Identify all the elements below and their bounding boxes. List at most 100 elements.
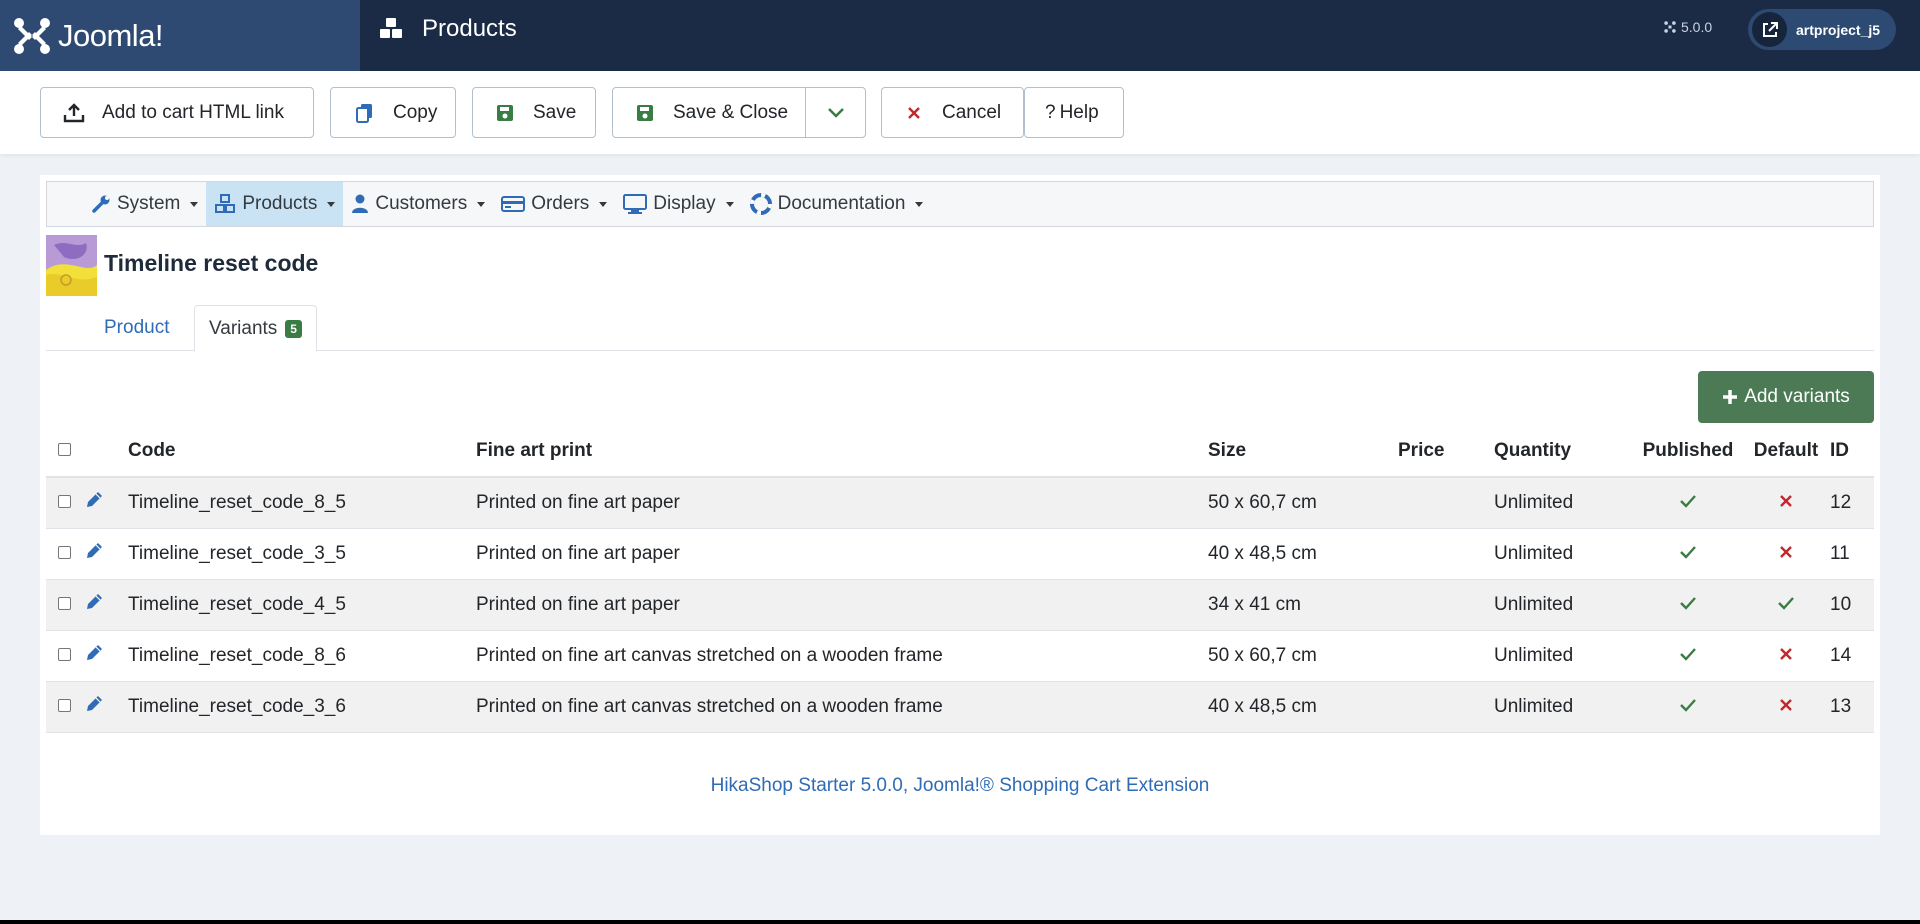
site-link-button[interactable]: artproject_j5 bbox=[1748, 9, 1896, 50]
variant-id: 13 bbox=[1826, 681, 1874, 733]
published-toggle[interactable] bbox=[1679, 492, 1697, 513]
row-checkbox[interactable] bbox=[58, 494, 71, 508]
chevron-down-icon bbox=[827, 107, 844, 118]
published-toggle[interactable] bbox=[1679, 594, 1697, 615]
menu-display[interactable]: Display bbox=[615, 182, 741, 226]
default-toggle[interactable] bbox=[1779, 492, 1793, 513]
save-button[interactable]: Save bbox=[472, 87, 596, 138]
add-variants-button[interactable]: Add variants bbox=[1698, 371, 1874, 423]
variant-fine-art-print: Printed on fine art canvas stretched on … bbox=[476, 681, 1208, 733]
cubes-icon bbox=[380, 18, 402, 38]
tab-product[interactable]: Product bbox=[90, 305, 183, 351]
variants-count-badge: 5 bbox=[285, 319, 302, 338]
default-toggle[interactable] bbox=[1779, 696, 1793, 717]
toolbar: Add to cart HTML link Copy Save Save & C… bbox=[0, 71, 1920, 154]
variant-code: Timeline_reset_code_4_5 bbox=[128, 579, 476, 631]
column-header-price[interactable]: Price bbox=[1398, 426, 1494, 478]
edit-button[interactable] bbox=[84, 491, 104, 515]
edit-button[interactable] bbox=[84, 695, 104, 719]
variant-quantity: Unlimited bbox=[1494, 579, 1630, 631]
menu-products-label: Products bbox=[242, 193, 318, 214]
published-toggle[interactable] bbox=[1679, 543, 1697, 564]
variant-code: Timeline_reset_code_3_6 bbox=[128, 681, 476, 733]
cross-icon bbox=[1780, 647, 1792, 660]
default-toggle[interactable] bbox=[1777, 594, 1795, 615]
joomla-logo-icon bbox=[14, 17, 50, 54]
save-label: Save bbox=[533, 101, 577, 123]
save-icon bbox=[633, 101, 657, 125]
cubes-icon bbox=[215, 194, 236, 213]
close-icon bbox=[902, 101, 926, 125]
menu-display-label: Display bbox=[653, 193, 716, 214]
help-button[interactable]: ? Help bbox=[1024, 87, 1124, 138]
default-toggle[interactable] bbox=[1779, 645, 1793, 666]
column-header-code[interactable]: Code bbox=[128, 426, 476, 478]
page-title: Products bbox=[378, 0, 517, 58]
top-header: Joomla! Products 5.0.0 artproject_j5 bbox=[0, 0, 1920, 71]
default-toggle[interactable] bbox=[1779, 543, 1793, 564]
menu-documentation[interactable]: Documentation bbox=[742, 182, 932, 226]
column-header-size[interactable]: Size bbox=[1208, 426, 1398, 478]
table-row: Timeline_reset_code_8_6 Printed on fine a… bbox=[46, 630, 1874, 682]
column-header-published[interactable]: Published bbox=[1630, 426, 1746, 478]
menu-documentation-label: Documentation bbox=[777, 193, 906, 214]
variant-fine-art-print: Printed on fine art paper bbox=[476, 579, 1208, 631]
variant-price bbox=[1398, 630, 1494, 682]
caret-down-icon bbox=[725, 201, 734, 207]
save-options-dropdown[interactable] bbox=[805, 88, 865, 137]
column-header-quantity[interactable]: Quantity bbox=[1494, 426, 1630, 478]
row-checkbox[interactable] bbox=[58, 698, 71, 712]
check-icon bbox=[1680, 647, 1696, 661]
table-row: Timeline_reset_code_4_5 Printed on fine a… bbox=[46, 579, 1874, 631]
menu-customers[interactable]: Customers bbox=[343, 182, 493, 226]
credit-card-icon bbox=[501, 196, 526, 212]
row-checkbox[interactable] bbox=[58, 596, 71, 610]
wrench-icon bbox=[92, 195, 110, 213]
edit-button[interactable] bbox=[84, 644, 104, 668]
menu-products[interactable]: Products bbox=[206, 182, 344, 226]
variant-code: Timeline_reset_code_8_5 bbox=[128, 477, 476, 529]
version-text: 5.0.0 bbox=[1681, 19, 1713, 35]
column-header-id[interactable]: ID bbox=[1826, 426, 1874, 478]
variant-id: 10 bbox=[1826, 579, 1874, 631]
tab-variants[interactable]: Variants 5 bbox=[194, 305, 317, 352]
product-thumbnail bbox=[46, 235, 97, 296]
joomla-small-icon bbox=[1664, 21, 1676, 33]
published-toggle[interactable] bbox=[1679, 696, 1697, 717]
menu-orders[interactable]: Orders bbox=[493, 182, 615, 226]
cancel-button[interactable]: Cancel bbox=[881, 87, 1024, 138]
brand-name: Joomla! bbox=[58, 17, 164, 53]
caret-down-icon bbox=[190, 201, 199, 207]
edit-button[interactable] bbox=[84, 542, 104, 566]
save-close-label: Save & Close bbox=[673, 101, 789, 123]
save-and-close-button[interactable]: Save & Close bbox=[612, 87, 866, 138]
menu-system[interactable]: System bbox=[83, 182, 206, 226]
product-title: Timeline reset code bbox=[104, 250, 319, 276]
variant-id: 11 bbox=[1826, 528, 1874, 580]
select-all-checkbox[interactable] bbox=[58, 443, 71, 456]
column-header-fine-art-print[interactable]: Fine art print bbox=[476, 426, 1208, 478]
joomla-brand[interactable]: Joomla! bbox=[0, 0, 360, 71]
published-toggle[interactable] bbox=[1679, 645, 1697, 666]
add-to-cart-html-link-button[interactable]: Add to cart HTML link bbox=[40, 87, 314, 138]
copy-icon bbox=[353, 101, 377, 125]
tab-variants-label: Variants bbox=[209, 317, 278, 339]
row-checkbox[interactable] bbox=[58, 545, 71, 559]
column-header-default[interactable]: Default bbox=[1746, 426, 1826, 478]
variant-size: 34 x 41 cm bbox=[1208, 579, 1398, 631]
copy-label: Copy bbox=[393, 101, 438, 123]
row-checkbox[interactable] bbox=[58, 647, 71, 661]
table-row: Timeline_reset_code_8_5 Printed on fine a… bbox=[46, 477, 1874, 529]
variant-code: Timeline_reset_code_3_5 bbox=[128, 528, 476, 580]
variant-price bbox=[1398, 681, 1494, 733]
footer-credit-link[interactable]: HikaShop Starter 5.0.0, Joomla!® Shoppin… bbox=[40, 775, 1880, 797]
check-icon bbox=[1778, 596, 1794, 610]
life-ring-icon bbox=[749, 193, 772, 215]
user-icon bbox=[352, 194, 369, 213]
edit-button[interactable] bbox=[84, 593, 104, 617]
variant-quantity: Unlimited bbox=[1494, 630, 1630, 682]
site-name: artproject_j5 bbox=[1796, 21, 1881, 38]
cross-icon bbox=[1780, 545, 1792, 558]
copy-button[interactable]: Copy bbox=[330, 87, 456, 138]
add-to-cart-label: Add to cart HTML link bbox=[102, 101, 284, 123]
